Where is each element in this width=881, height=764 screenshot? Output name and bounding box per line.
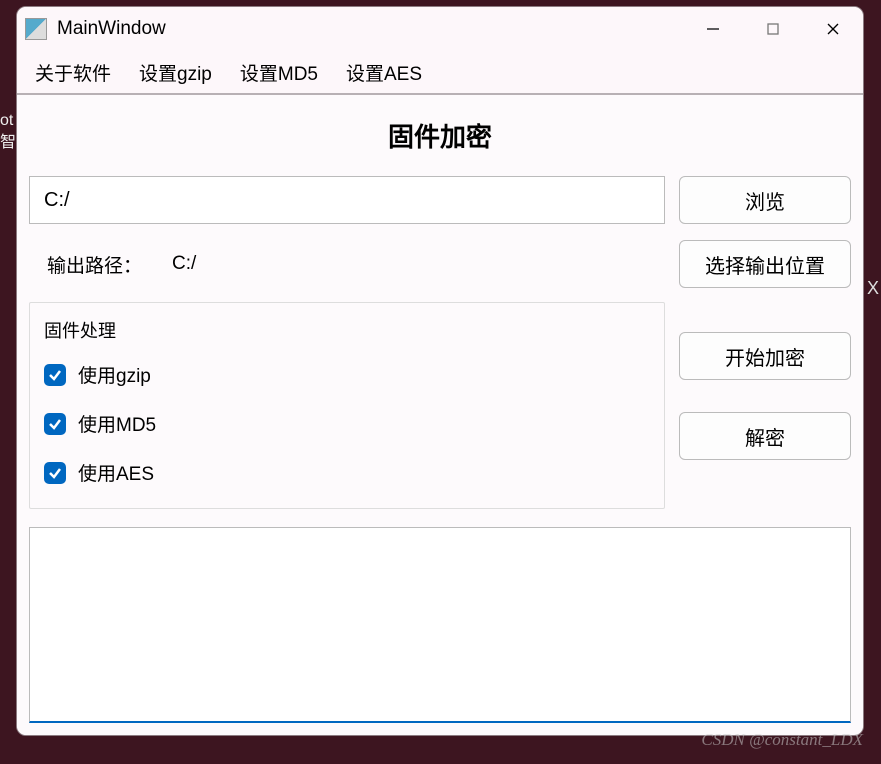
edge-char: X <box>867 278 879 299</box>
menu-aes[interactable]: 设置AES <box>346 59 422 86</box>
check-icon <box>48 417 62 431</box>
app-icon <box>25 18 47 40</box>
titlebar: MainWindow <box>17 7 863 51</box>
output-value: C:/ <box>172 253 196 275</box>
watermark: CSDN @constant_LDX <box>701 730 863 750</box>
input-row: 浏览 <box>29 176 851 224</box>
main-area: 固件处理 使用gzip 使用MD5 使用 <box>29 302 851 509</box>
checkbox-label: 使用AES <box>78 459 154 486</box>
fieldset-legend: 固件处理 <box>44 317 650 343</box>
maximize-button[interactable] <box>743 7 803 51</box>
checkbox-aes[interactable] <box>44 462 66 484</box>
close-button[interactable] <box>803 7 863 51</box>
checkbox-label: 使用MD5 <box>78 410 156 437</box>
menu-md5[interactable]: 设置MD5 <box>240 59 318 86</box>
main-window: MainWindow 关于软件 设置gzip 设置MD5 设置AES 固件加密 … <box>16 6 864 736</box>
log-textarea[interactable] <box>29 527 851 723</box>
checkbox-label: 使用gzip <box>78 361 151 388</box>
minimize-button[interactable] <box>683 7 743 51</box>
menubar: 关于软件 设置gzip 设置MD5 设置AES <box>17 51 863 95</box>
check-icon <box>48 466 62 480</box>
output-label-area: 输出路径： C:/ <box>29 251 665 278</box>
choose-output-button[interactable]: 选择输出位置 <box>679 240 851 288</box>
output-row: 输出路径： C:/ 选择输出位置 <box>29 240 851 288</box>
checkbox-row-gzip: 使用gzip <box>44 361 650 388</box>
menu-gzip[interactable]: 设置gzip <box>139 59 212 86</box>
check-icon <box>48 368 62 382</box>
encrypt-button[interactable]: 开始加密 <box>679 332 851 380</box>
checkbox-row-md5: 使用MD5 <box>44 410 650 437</box>
maximize-icon <box>766 22 780 36</box>
action-buttons: 开始加密 解密 <box>679 302 851 460</box>
browse-button[interactable]: 浏览 <box>679 176 851 224</box>
checkbox-md5[interactable] <box>44 413 66 435</box>
content-area: 固件加密 浏览 输出路径： C:/ 选择输出位置 固件处理 使用gzip <box>17 95 863 735</box>
menu-about[interactable]: 关于软件 <box>35 59 111 86</box>
close-icon <box>826 22 840 36</box>
page-title: 固件加密 <box>29 95 851 176</box>
output-label: 输出路径： <box>47 251 142 278</box>
firmware-fieldset: 固件处理 使用gzip 使用MD5 使用 <box>29 302 665 509</box>
decrypt-button[interactable]: 解密 <box>679 412 851 460</box>
window-title: MainWindow <box>57 18 683 40</box>
checkbox-row-aes: 使用AES <box>44 459 650 486</box>
window-controls <box>683 7 863 51</box>
path-input[interactable] <box>29 176 665 224</box>
minimize-icon <box>706 22 720 36</box>
checkbox-gzip[interactable] <box>44 364 66 386</box>
